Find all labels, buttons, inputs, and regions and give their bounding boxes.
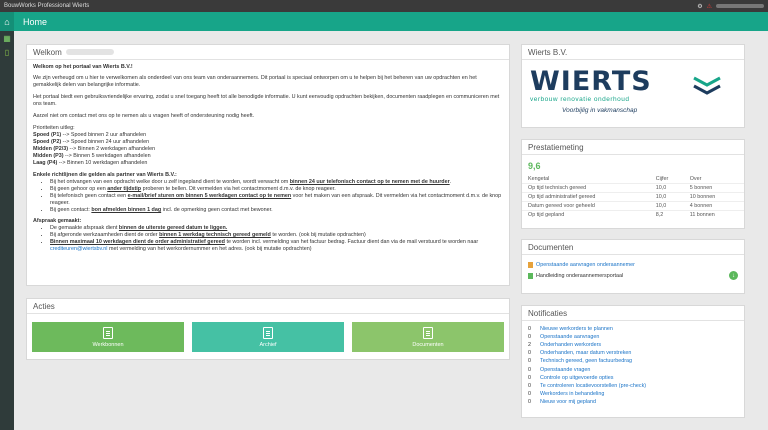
rule-item: Bij telefonisch geen contact een e-mail/…: [50, 193, 503, 207]
email-link[interactable]: crediteuren@wiertsbv.nl: [50, 246, 108, 252]
user-name-redacted: [65, 49, 114, 55]
notificaties-title: Notificaties: [522, 306, 744, 321]
afspraak-title: Afspraak gemaakt:: [33, 218, 82, 224]
documenten-title: Documenten: [522, 240, 744, 255]
logo-subtitle: verbouw renovatie onderhoud: [530, 96, 630, 103]
notification-item[interactable]: 0 Openstaande vragen: [522, 365, 744, 373]
priority-item: Midden (P2/3) --> Binnen 2 werkdagen afh…: [33, 146, 156, 152]
werkbonnen-label: Werkbonnen: [92, 341, 124, 348]
table-row: Op tijd technisch gereed 10,0 5 bonnen: [522, 183, 744, 193]
afspraak-item: Bij afgeronde werkzaamheden dient de ord…: [50, 232, 503, 239]
priority-title: Prioriteiten uitleg:: [33, 125, 75, 131]
afspraak-item: Binnen maximaal 10 werkdagen dient de or…: [50, 239, 503, 253]
header-over: Over: [689, 176, 702, 182]
sidebar: ▦ ▯: [0, 31, 14, 430]
notification-item[interactable]: 0 Nieuw voor mij gepland: [522, 398, 744, 406]
welcome-paragraph: We zijn verheugd om u hier te verwelkome…: [33, 75, 477, 88]
rules-title: Enkele richtlijnen die gelden als partne…: [33, 172, 177, 178]
documenten-button[interactable]: Documenten: [352, 322, 504, 352]
file-icon: [528, 261, 533, 268]
welcome-panel: Welkom Welkom op het portaal van Wierts …: [26, 44, 510, 286]
notification-item[interactable]: 0 Technisch gereed, geen factuurbedrag: [522, 357, 744, 365]
logo-mark-icon: [693, 76, 721, 95]
table-row: Op tijd gepland 8,2 11 bonnen: [522, 210, 744, 219]
document-item[interactable]: Openstaande aanvragen onderaannemer: [522, 259, 744, 270]
rule-item: Bij het ontvangen van een opdracht welke…: [50, 179, 503, 186]
archief-button[interactable]: Archief: [192, 322, 344, 352]
werkbonnen-button[interactable]: Werkbonnen: [32, 322, 184, 352]
header-cijfer: Cijfer: [655, 176, 669, 182]
notification-item[interactable]: 0 Te controleren locatievoorstellen (pre-…: [522, 382, 744, 390]
dashboard-icon[interactable]: ▦: [0, 31, 14, 45]
priority-list: Spoed (P1) --> Spoed binnen 2 uur afhand…: [33, 132, 503, 167]
welcome-title: Welkom: [33, 47, 62, 57]
documenten-panel: Documenten Openstaande aanvragen onderaa…: [521, 239, 745, 294]
notification-item[interactable]: 0 Werkorders in behandeling: [522, 390, 744, 398]
welcome-panel-title: Welkom: [27, 45, 509, 60]
rules-list: Bij het ontvangen van een opdracht welke…: [33, 179, 503, 214]
priority-item: Midden (P3) --> Binnen 5 werkdagen afhan…: [33, 153, 151, 159]
documenten-label: Documenten: [412, 341, 444, 348]
file-icon: [423, 326, 433, 339]
archief-label: Archief: [259, 341, 277, 348]
welcome-heading: Welkom op het portaal van Wierts B.V.!: [33, 64, 133, 70]
warning-icon[interactable]: ⚠: [707, 3, 712, 10]
rule-item: Bij geen contact: bon afmelden binnen 1 …: [50, 207, 503, 214]
document-item[interactable]: Handleiding onderaannemersportaal ↓: [522, 270, 744, 281]
prestatie-panel: Prestatiemeting 9,6 Kengetal Cijfer Over…: [521, 139, 745, 229]
notification-item[interactable]: 0 Controle op uitgevoerde opties: [522, 374, 744, 382]
priority-item: Laag (P4) --> Binnen 10 werkdagen afhand…: [33, 160, 148, 166]
acties-panel: Acties Werkbonnen Archief Documenten: [26, 298, 510, 360]
header-bar: ⌂ Home: [0, 12, 768, 31]
logo-slogan: Voorbijlig in vakmanschap: [562, 107, 638, 114]
table-row: Datum gereed voor geheeld 10,0 4 bonnen: [522, 201, 744, 211]
file-icon: [528, 272, 533, 279]
header-kengetal: Kengetal: [528, 176, 550, 182]
table-row: Op tijd administratief gereed 10,0 10 bonn…: [522, 192, 744, 202]
afspraak-list: De gemaakte afspraak dient binnen de uit…: [33, 225, 503, 253]
window-titlebar: BouwWorks Professional Wierts ⚙ ⚠: [0, 0, 768, 12]
prestatie-title: Prestatiemeting: [522, 140, 744, 155]
priority-item: Spoed (P2) --> Spoed binnen 24 uur afhan…: [33, 139, 150, 145]
company-logo: WIERTS verbouw renovatie onderhoud Voorb…: [522, 60, 744, 128]
user-name-redacted[interactable]: [716, 4, 764, 8]
home-icon[interactable]: ⌂: [0, 12, 14, 31]
document-icon[interactable]: ▯: [0, 45, 14, 59]
document-label[interactable]: Openstaande aanvragen onderaannemer: [536, 262, 635, 268]
rule-item: Bij geen gehoor op een ander tijdstip pr…: [50, 186, 503, 193]
company-title: Wierts B.V.: [522, 45, 744, 60]
notification-item[interactable]: 0 Onderhanden, maar datum verstreken: [522, 349, 744, 357]
window-title: BouwWorks Professional Wierts: [4, 3, 90, 9]
company-panel: Wierts B.V. WIERTS verbouw renovatie ond…: [521, 44, 745, 128]
afspraak-item: De gemaakte afspraak dient binnen de uit…: [50, 225, 503, 232]
score-value: 9,6: [528, 161, 541, 171]
file-icon: [263, 326, 273, 339]
notification-item[interactable]: 0 Nieuwe werkorders te plannen: [522, 325, 744, 333]
welcome-paragraph: Het portaal biedt een gebruiksvriendelij…: [33, 94, 500, 107]
prestatie-table: Kengetal Cijfer Over Op tijd technisch g…: [522, 175, 744, 219]
table-header: Kengetal Cijfer Over: [522, 175, 744, 184]
notificaties-panel: Notificaties 0 Nieuwe werkorders te plann…: [521, 305, 745, 418]
welcome-paragraph: Aarzel niet om contact met ons op te nem…: [33, 113, 255, 119]
document-label[interactable]: Handleiding onderaannemersportaal: [536, 273, 623, 279]
clipboard-icon: [103, 326, 113, 339]
help-icon[interactable]: ⚙: [697, 3, 702, 10]
acties-title: Acties: [27, 299, 509, 314]
page-title: Home: [23, 16, 48, 27]
titlebar-right: ⚙ ⚠: [697, 3, 764, 10]
priority-item: Spoed (P1) --> Spoed binnen 2 uur afhand…: [33, 132, 147, 138]
notification-item[interactable]: 2 Onderhanden werkorders: [522, 341, 744, 349]
download-icon[interactable]: ↓: [729, 271, 738, 280]
notification-item[interactable]: 0 Openstaande aanvragen: [522, 333, 744, 341]
